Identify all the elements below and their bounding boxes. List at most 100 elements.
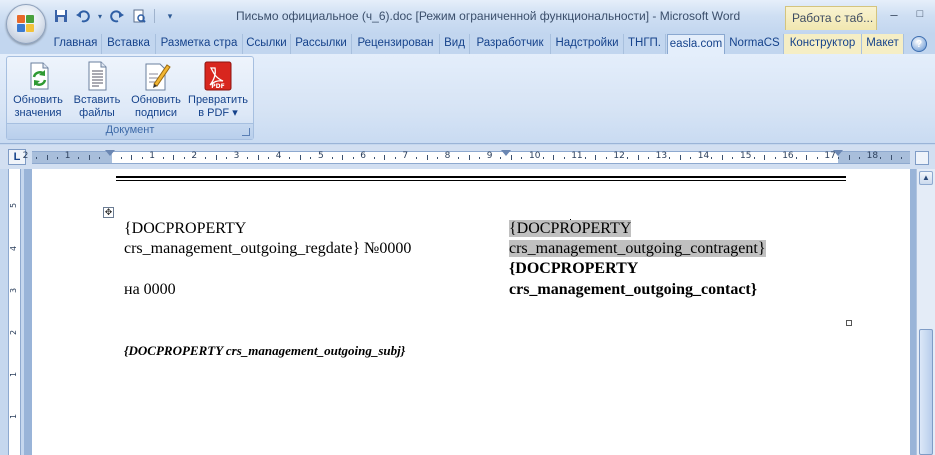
- ruler-tick: [721, 155, 723, 160]
- update-signatures-label-1: Обновить: [131, 94, 181, 106]
- vruler-number: 1: [9, 413, 19, 420]
- ruler-tick: [331, 157, 333, 159]
- tab-normacs[interactable]: NormaCS: [726, 34, 784, 54]
- vruler-number: 5: [9, 202, 19, 209]
- vertical-ruler[interactable]: 5 4 3 2 1 1: [8, 169, 21, 455]
- undo-icon[interactable]: [74, 7, 92, 25]
- ruler-tick: [99, 157, 101, 159]
- tab-layout[interactable]: Макет: [862, 34, 904, 54]
- ruler-tick: [626, 157, 628, 159]
- table-move-handle-icon[interactable]: ✥: [103, 207, 114, 218]
- ruler-tick: [162, 157, 164, 159]
- ruler-tick: [342, 155, 344, 160]
- update-signatures-label-2: подписи: [135, 107, 177, 119]
- ruler-tick: [753, 157, 755, 159]
- ruler-number: 11: [571, 151, 583, 161]
- ruler-tick: [352, 157, 354, 159]
- qat-separator: [154, 9, 155, 23]
- field-contragent-line2: crs_management_outgoing_contragent}: [509, 239, 766, 259]
- tab-references[interactable]: Ссылки: [243, 34, 291, 54]
- ruler-tick: [542, 157, 544, 159]
- ruler-tick: [141, 157, 143, 159]
- ruler-indent-marker[interactable]: [501, 150, 511, 156]
- vruler-number: 1: [9, 371, 19, 378]
- field-regdate-line1: {DOCPROPERTY: [124, 220, 247, 237]
- refresh-values-label-1: Обновить: [13, 94, 63, 106]
- ruler-tick: [816, 157, 818, 159]
- tab-addins[interactable]: Надстройки: [551, 34, 624, 54]
- ruler-tick: [173, 155, 175, 160]
- ruler-tick: [204, 157, 206, 159]
- insert-files-label-1: Вставить: [73, 94, 121, 106]
- table-resize-handle[interactable]: [846, 320, 852, 326]
- ribbon-tab-row: Главная Вставка Разметка стра Ссылки Рас…: [0, 34, 935, 55]
- ruler-tick: [584, 157, 586, 159]
- ruler-tick: [57, 157, 59, 159]
- tab-view[interactable]: Вид: [440, 34, 470, 54]
- vertical-scrollbar[interactable]: ▲: [916, 169, 935, 455]
- ruler-tick: [774, 157, 776, 159]
- field-contragent-part-b: OPERTY: [570, 220, 632, 237]
- field-subject: {DOCPROPERTY crs_management_outgoing_sub…: [124, 343, 406, 358]
- field-contact-line2: crs_management_outgoing_contact}: [509, 281, 758, 298]
- tab-design[interactable]: Конструктор: [784, 34, 862, 54]
- undo-dropdown-icon[interactable]: ▾: [96, 7, 104, 25]
- ruler-tick: [479, 157, 481, 159]
- update-signatures-icon: [140, 60, 172, 92]
- update-signatures-button[interactable]: Обновить подписи: [125, 60, 187, 120]
- ruler-tick: [289, 157, 291, 159]
- ruler-tick: [648, 157, 650, 159]
- tab-tngp[interactable]: ТНГП.: [624, 34, 666, 54]
- tab-easla[interactable]: easla.com: [667, 34, 725, 55]
- ruler-number: 5: [318, 151, 324, 161]
- tab-developer[interactable]: Разработчик: [470, 34, 551, 54]
- dialog-launcher-icon[interactable]: [242, 128, 250, 136]
- convert-to-pdf-label-2: в PDF ▾: [198, 107, 238, 119]
- field-contragent-name: crs_management_outgoing_contragent}: [509, 240, 766, 257]
- ruler-number: 8: [444, 151, 451, 161]
- ruler-number: 1: [149, 151, 155, 161]
- ruler-number: 13: [655, 151, 668, 161]
- pdf-icon: PDF: [202, 60, 234, 92]
- ruler-indent-marker[interactable]: [105, 150, 115, 156]
- save-icon[interactable]: [52, 7, 70, 25]
- document-page[interactable]: [32, 169, 910, 455]
- ruler-tick: [880, 157, 882, 159]
- horizontal-ruler[interactable]: 2 1 1 2 3 4 5 6 7 8 9 10 11 12 13 14 15 16 17 18: [23, 150, 910, 164]
- tab-review[interactable]: Рецензирован: [352, 34, 440, 54]
- tab-home[interactable]: Главная: [50, 34, 102, 54]
- ruler-number: 15: [740, 151, 752, 161]
- window-title: Письмо официальное (ч_6).doc [Режим огра…: [236, 9, 741, 23]
- ruler-tick: [458, 157, 460, 159]
- ruler-tick: [226, 157, 228, 159]
- redo-icon[interactable]: [108, 7, 126, 25]
- tab-page-layout[interactable]: Разметка стра: [156, 34, 243, 54]
- ruler-tick: [299, 155, 301, 160]
- maximize-button[interactable]: □: [906, 4, 934, 24]
- field-regdate-line2: crs_management_outgoing_regdate} №0000: [124, 240, 412, 257]
- tab-mailings[interactable]: Рассылки: [291, 34, 352, 54]
- office-button[interactable]: [6, 4, 46, 44]
- ruler-tick: [901, 157, 903, 159]
- convert-to-pdf-button[interactable]: PDF Превратить в PDF ▾: [185, 60, 251, 120]
- vruler-number: 4: [9, 245, 19, 252]
- ruler-indent-marker[interactable]: [833, 150, 843, 156]
- insert-files-button[interactable]: Вставить файлы: [68, 60, 126, 120]
- scroll-up-arrow-icon[interactable]: ▲: [919, 171, 933, 185]
- ruler-tick: [500, 157, 502, 159]
- minimize-button[interactable]: –: [880, 4, 908, 24]
- help-button[interactable]: ?: [911, 36, 927, 52]
- ruler-tick: [563, 157, 565, 159]
- ruler-tick: [36, 157, 38, 159]
- print-preview-icon[interactable]: [130, 7, 148, 25]
- ruler-tick: [510, 155, 512, 160]
- tab-insert[interactable]: Вставка: [102, 34, 156, 54]
- ruler-tick: [468, 155, 470, 160]
- customize-icon[interactable]: ▾: [161, 7, 179, 25]
- quick-access-toolbar: ▾ ▾: [52, 7, 179, 25]
- refresh-values-button[interactable]: Обновить значения: [9, 60, 67, 120]
- view-ruler-icon[interactable]: [915, 151, 929, 165]
- svg-text:PDF: PDF: [211, 83, 224, 90]
- group-label-document: Документ: [7, 123, 253, 139]
- scrollbar-thumb[interactable]: [919, 329, 933, 455]
